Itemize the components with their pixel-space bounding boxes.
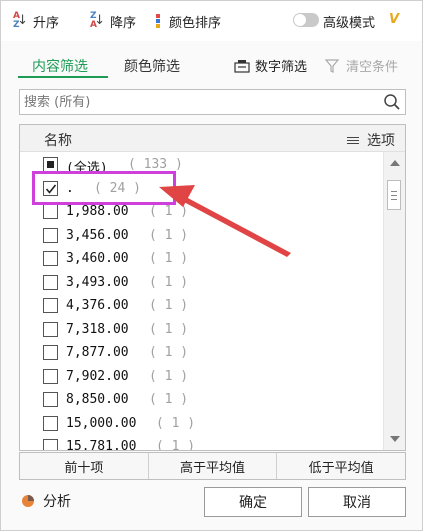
item-value: 15,781.00 — [66, 439, 137, 450]
active-tab-indicator — [18, 76, 108, 78]
quick-filter-bar: 前十项 高于平均值 低于平均值 — [19, 452, 406, 480]
item-count: ( 1 ) — [149, 298, 189, 313]
item-value: 3,456.00 — [66, 227, 129, 243]
list-item[interactable]: 3,460.00 ( 1 ) — [20, 248, 382, 270]
checkbox[interactable] — [43, 227, 58, 243]
item-count: ( 1 ) — [149, 227, 189, 243]
list-item[interactable]: 4,376.00 ( 1 ) — [20, 295, 382, 317]
item-value: 4,376.00 — [66, 298, 129, 313]
pie-chart-icon — [22, 495, 34, 507]
checkbox[interactable] — [43, 157, 58, 172]
cancel-button[interactable]: 取消 — [308, 487, 406, 517]
clear-filter-icon — [325, 58, 340, 73]
list-item[interactable]: 7,902.00 ( 1 ) — [20, 366, 382, 388]
item-value: 15,000.00 — [66, 415, 137, 431]
clear-conditions-label: 清空条件 — [346, 60, 399, 75]
item-value: 8,850.00 — [66, 392, 129, 407]
sort-descending-button[interactable]: Z A ↓ 降序 — [90, 11, 136, 31]
checkbox[interactable] — [43, 321, 58, 337]
checkbox[interactable] — [43, 204, 58, 219]
item-count: ( 1 ) — [149, 204, 189, 219]
filter-tabs: 内容筛选 颜色筛选 数字筛选 清空条件 — [1, 41, 422, 79]
item-count: ( 1 ) — [149, 345, 189, 360]
list-item[interactable]: 3,456.00 ( 1 ) — [20, 225, 382, 247]
item-count: ( 1 ) — [149, 392, 189, 407]
search-box — [19, 89, 406, 115]
analysis-button[interactable]: 分析 — [21, 491, 71, 511]
tab-color-filter[interactable]: 颜色筛选 — [124, 56, 180, 76]
clear-conditions-button[interactable]: 清空条件 — [325, 56, 398, 75]
list-item[interactable]: 15,000.00 ( 1 ) — [20, 413, 382, 435]
options-button[interactable]: 选项 — [347, 130, 395, 150]
highlight-box — [32, 171, 176, 205]
options-label: 选项 — [367, 133, 395, 149]
list-scrollbar[interactable] — [383, 152, 405, 450]
ok-button[interactable]: 确定 — [204, 487, 302, 517]
scroll-up-arrow-icon[interactable] — [390, 160, 400, 166]
list-item[interactable]: 7,877.00 ( 1 ) — [20, 342, 382, 364]
search-icon[interactable] — [383, 93, 401, 111]
number-filter-icon — [234, 59, 250, 73]
item-count: ( 1 ) — [149, 321, 189, 337]
checkbox[interactable] — [43, 368, 58, 384]
list-header: 名称 选项 — [20, 125, 405, 152]
color-sort-icon — [153, 12, 165, 30]
number-filter-label: 数字筛选 — [255, 60, 308, 75]
color-sort-label: 颜色排序 — [169, 15, 222, 31]
options-icon — [347, 135, 359, 146]
list-item[interactable]: 7,318.00 ( 1 ) — [20, 319, 382, 341]
item-value: 7,877.00 — [66, 345, 129, 360]
item-count: ( 1 ) — [156, 439, 196, 450]
item-count: ( 1 ) — [156, 415, 196, 431]
list-item[interactable]: 3,493.00 ( 1 ) — [20, 272, 382, 294]
checkbox[interactable] — [43, 251, 58, 266]
checkbox[interactable] — [43, 274, 58, 290]
toggle-knob — [294, 14, 306, 26]
sort-descending-icon: Z A ↓ — [90, 11, 105, 30]
color-sort-button[interactable]: 颜色排序 — [153, 11, 221, 31]
sort-ascending-button[interactable]: A Z ↓ 升序 — [13, 11, 59, 31]
sort-descending-label: 降序 — [110, 15, 137, 31]
filter-panel: A Z ↓ 升序 Z A ↓ 降序 颜色排序 高级模式 V 内容筛选 颜色筛选 … — [0, 0, 423, 531]
number-filter-button[interactable]: 数字筛选 — [234, 56, 307, 75]
checkbox[interactable] — [43, 439, 58, 450]
item-value: 3,493.00 — [66, 274, 129, 290]
top-ten-button[interactable]: 前十项 — [20, 453, 149, 479]
vip-badge-icon: V — [389, 12, 400, 27]
advanced-mode-toggle[interactable] — [293, 13, 319, 27]
item-value: 7,902.00 — [66, 368, 129, 384]
checkbox[interactable] — [43, 345, 58, 360]
analysis-label: 分析 — [43, 494, 71, 510]
sort-toolbar: A Z ↓ 升序 Z A ↓ 降序 颜色排序 高级模式 V — [1, 1, 422, 41]
item-value: 3,460.00 — [66, 251, 129, 266]
advanced-mode-label: 高级模式 — [323, 15, 376, 31]
checkbox[interactable] — [43, 415, 58, 431]
sort-ascending-icon: A Z ↓ — [13, 11, 28, 30]
below-average-button[interactable]: 低于平均值 — [277, 453, 405, 479]
checkbox[interactable] — [43, 392, 58, 407]
column-name-header: 名称 — [44, 133, 72, 149]
item-count: ( 1 ) — [149, 274, 189, 290]
checkbox[interactable] — [43, 298, 58, 313]
item-value: 7,318.00 — [66, 321, 129, 337]
item-count: ( 133 ) — [128, 157, 183, 172]
scroll-down-arrow-icon[interactable] — [390, 436, 400, 442]
item-value: 1,988.00 — [66, 204, 129, 219]
above-average-button[interactable]: 高于平均值 — [149, 453, 278, 479]
sort-ascending-label: 升序 — [33, 15, 60, 31]
item-count: ( 1 ) — [149, 251, 189, 266]
list-item[interactable]: 8,850.00 ( 1 ) — [20, 389, 382, 411]
scroll-thumb[interactable] — [387, 180, 401, 210]
search-input[interactable] — [24, 92, 374, 112]
tab-content-filter[interactable]: 内容筛选 — [32, 56, 88, 76]
list-item[interactable]: 15,781.00 ( 1 ) — [20, 436, 382, 450]
item-count: ( 1 ) — [149, 368, 189, 384]
